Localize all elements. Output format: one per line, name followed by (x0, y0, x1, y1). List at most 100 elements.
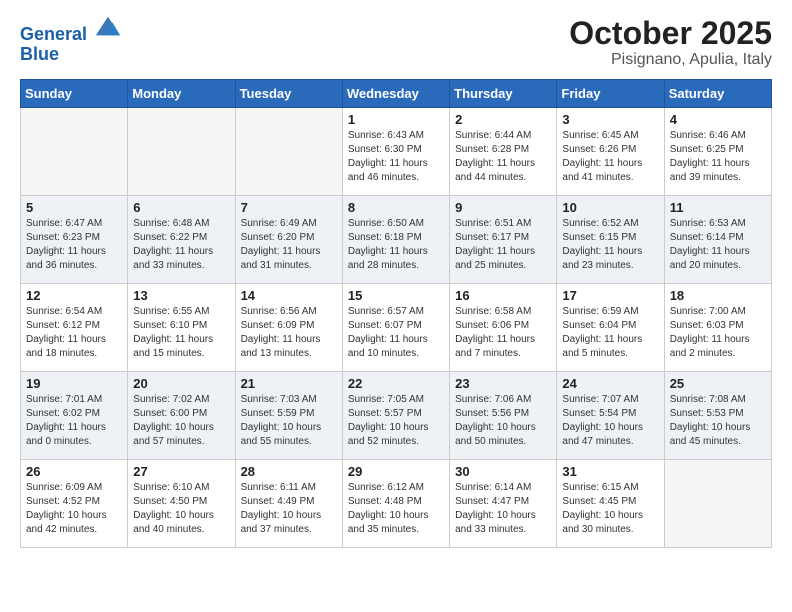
day-info: Sunrise: 6:14 AM Sunset: 4:47 PM Dayligh… (455, 481, 551, 537)
day-info: Sunrise: 6:11 AM Sunset: 4:49 PM Dayligh… (241, 481, 337, 537)
calendar-table: Sunday Monday Tuesday Wednesday Thursday… (20, 79, 772, 548)
day-info: Sunrise: 6:53 AM Sunset: 6:14 PM Dayligh… (670, 217, 766, 273)
day-number: 8 (348, 200, 444, 215)
calendar-cell: 19 Sunrise: 7:01 AM Sunset: 6:02 PM Dayli… (21, 372, 128, 460)
day-info: Sunrise: 7:07 AM Sunset: 5:54 PM Dayligh… (562, 393, 658, 449)
calendar-cell: 11 Sunrise: 6:53 AM Sunset: 6:14 PM Dayli… (664, 196, 771, 284)
header-friday: Friday (557, 80, 664, 108)
day-info: Sunrise: 6:10 AM Sunset: 4:50 PM Dayligh… (133, 481, 229, 537)
calendar-cell: 10Sunrise: 6:52 AM Sunset: 6:15 PM Dayli… (557, 196, 664, 284)
logo-icon (94, 12, 122, 40)
day-number: 11 (670, 200, 766, 215)
calendar-cell: 5 Sunrise: 6:47 AM Sunset: 6:23 PM Daylig… (21, 196, 128, 284)
day-info: Sunrise: 6:48 AM Sunset: 6:22 PM Dayligh… (133, 217, 229, 273)
calendar-subtitle: Pisignano, Apulia, Italy (569, 51, 772, 69)
day-number: 10 (562, 200, 658, 215)
calendar-cell: 8 Sunrise: 6:50 AM Sunset: 6:18 PM Daylig… (342, 196, 449, 284)
day-info: Sunrise: 7:01 AM Sunset: 6:02 PM Dayligh… (26, 393, 122, 449)
calendar-week-row: 1 Sunrise: 6:43 AM Sunset: 6:30 PM Daylig… (21, 108, 772, 196)
day-number: 2 (455, 112, 551, 127)
day-info: Sunrise: 7:05 AM Sunset: 5:57 PM Dayligh… (348, 393, 444, 449)
header-thursday: Thursday (450, 80, 557, 108)
day-info: Sunrise: 6:49 AM Sunset: 6:20 PM Dayligh… (241, 217, 337, 273)
day-info: Sunrise: 6:46 AM Sunset: 6:25 PM Dayligh… (670, 129, 766, 185)
day-info: Sunrise: 6:09 AM Sunset: 4:52 PM Dayligh… (26, 481, 122, 537)
day-number: 27 (133, 464, 229, 479)
day-number: 17 (562, 288, 658, 303)
day-number: 5 (26, 200, 122, 215)
header: General Blue October 2025 Pisignano, Apu… (20, 16, 772, 69)
day-info: Sunrise: 6:15 AM Sunset: 4:45 PM Dayligh… (562, 481, 658, 537)
day-number: 6 (133, 200, 229, 215)
day-number: 28 (241, 464, 337, 479)
day-number: 14 (241, 288, 337, 303)
weekday-header-row: Sunday Monday Tuesday Wednesday Thursday… (21, 80, 772, 108)
day-info: Sunrise: 6:55 AM Sunset: 6:10 PM Dayligh… (133, 305, 229, 361)
day-info: Sunrise: 6:56 AM Sunset: 6:09 PM Dayligh… (241, 305, 337, 361)
calendar-cell: 25 Sunrise: 7:08 AM Sunset: 5:53 PM Dayli… (664, 372, 771, 460)
header-sunday: Sunday (21, 80, 128, 108)
day-number: 15 (348, 288, 444, 303)
calendar-cell: 2 Sunrise: 6:44 AM Sunset: 6:28 PM Daylig… (450, 108, 557, 196)
calendar-cell: 28 Sunrise: 6:11 AM Sunset: 4:49 PM Dayli… (235, 460, 342, 548)
calendar-cell: 26 Sunrise: 6:09 AM Sunset: 4:52 PM Dayli… (21, 460, 128, 548)
page: General Blue October 2025 Pisignano, Apu… (0, 0, 792, 564)
calendar-cell: 21 Sunrise: 7:03 AM Sunset: 5:59 PM Dayli… (235, 372, 342, 460)
logo: General Blue (20, 16, 122, 65)
calendar-cell: 23Sunrise: 7:06 AM Sunset: 5:56 PM Dayli… (450, 372, 557, 460)
day-number: 18 (670, 288, 766, 303)
day-number: 25 (670, 376, 766, 391)
calendar-week-row: 19 Sunrise: 7:01 AM Sunset: 6:02 PM Dayli… (21, 372, 772, 460)
day-number: 23 (455, 376, 551, 391)
day-number: 31 (562, 464, 658, 479)
calendar-week-row: 26 Sunrise: 6:09 AM Sunset: 4:52 PM Dayli… (21, 460, 772, 548)
day-info: Sunrise: 6:54 AM Sunset: 6:12 PM Dayligh… (26, 305, 122, 361)
calendar-cell: 30 Sunrise: 6:14 AM Sunset: 4:47 PM Dayli… (450, 460, 557, 548)
day-info: Sunrise: 6:12 AM Sunset: 4:48 PM Dayligh… (348, 481, 444, 537)
calendar-cell: 20Sunrise: 7:02 AM Sunset: 6:00 PM Dayli… (128, 372, 235, 460)
calendar-cell: 7Sunrise: 6:49 AM Sunset: 6:20 PM Daylig… (235, 196, 342, 284)
calendar-cell: 13 Sunrise: 6:55 AM Sunset: 6:10 PM Dayli… (128, 284, 235, 372)
calendar-cell (21, 108, 128, 196)
calendar-cell: 15 Sunrise: 6:57 AM Sunset: 6:07 PM Dayli… (342, 284, 449, 372)
header-tuesday: Tuesday (235, 80, 342, 108)
header-monday: Monday (128, 80, 235, 108)
day-number: 21 (241, 376, 337, 391)
day-info: Sunrise: 7:00 AM Sunset: 6:03 PM Dayligh… (670, 305, 766, 361)
calendar-cell: 12 Sunrise: 6:54 AM Sunset: 6:12 PM Dayli… (21, 284, 128, 372)
day-info: Sunrise: 6:51 AM Sunset: 6:17 PM Dayligh… (455, 217, 551, 273)
calendar-cell: 22 Sunrise: 7:05 AM Sunset: 5:57 PM Dayli… (342, 372, 449, 460)
day-info: Sunrise: 7:03 AM Sunset: 5:59 PM Dayligh… (241, 393, 337, 449)
calendar-cell: 27 Sunrise: 6:10 AM Sunset: 4:50 PM Dayli… (128, 460, 235, 548)
calendar-cell: 24 Sunrise: 7:07 AM Sunset: 5:54 PM Dayli… (557, 372, 664, 460)
day-number: 19 (26, 376, 122, 391)
day-number: 26 (26, 464, 122, 479)
day-number: 13 (133, 288, 229, 303)
day-info: Sunrise: 6:43 AM Sunset: 6:30 PM Dayligh… (348, 129, 444, 185)
calendar-cell: 1 Sunrise: 6:43 AM Sunset: 6:30 PM Daylig… (342, 108, 449, 196)
day-info: Sunrise: 6:47 AM Sunset: 6:23 PM Dayligh… (26, 217, 122, 273)
calendar-week-row: 12 Sunrise: 6:54 AM Sunset: 6:12 PM Dayli… (21, 284, 772, 372)
calendar-week-row: 5 Sunrise: 6:47 AM Sunset: 6:23 PM Daylig… (21, 196, 772, 284)
day-info: Sunrise: 7:02 AM Sunset: 6:00 PM Dayligh… (133, 393, 229, 449)
calendar-cell: 14 Sunrise: 6:56 AM Sunset: 6:09 PM Dayli… (235, 284, 342, 372)
day-number: 22 (348, 376, 444, 391)
calendar-title: October 2025 (569, 16, 772, 51)
logo-text: General (20, 16, 122, 45)
day-number: 24 (562, 376, 658, 391)
calendar-cell: 4Sunrise: 6:46 AM Sunset: 6:25 PM Daylig… (664, 108, 771, 196)
day-info: Sunrise: 6:57 AM Sunset: 6:07 PM Dayligh… (348, 305, 444, 361)
logo-general: General (20, 24, 87, 44)
day-info: Sunrise: 7:08 AM Sunset: 5:53 PM Dayligh… (670, 393, 766, 449)
calendar-cell (235, 108, 342, 196)
day-info: Sunrise: 6:58 AM Sunset: 6:06 PM Dayligh… (455, 305, 551, 361)
calendar-cell: 31 Sunrise: 6:15 AM Sunset: 4:45 PM Dayli… (557, 460, 664, 548)
day-info: Sunrise: 6:44 AM Sunset: 6:28 PM Dayligh… (455, 129, 551, 185)
day-info: Sunrise: 6:50 AM Sunset: 6:18 PM Dayligh… (348, 217, 444, 273)
day-number: 12 (26, 288, 122, 303)
calendar-cell: 18 Sunrise: 7:00 AM Sunset: 6:03 PM Dayli… (664, 284, 771, 372)
day-number: 30 (455, 464, 551, 479)
day-number: 29 (348, 464, 444, 479)
day-number: 1 (348, 112, 444, 127)
day-info: Sunrise: 6:59 AM Sunset: 6:04 PM Dayligh… (562, 305, 658, 361)
